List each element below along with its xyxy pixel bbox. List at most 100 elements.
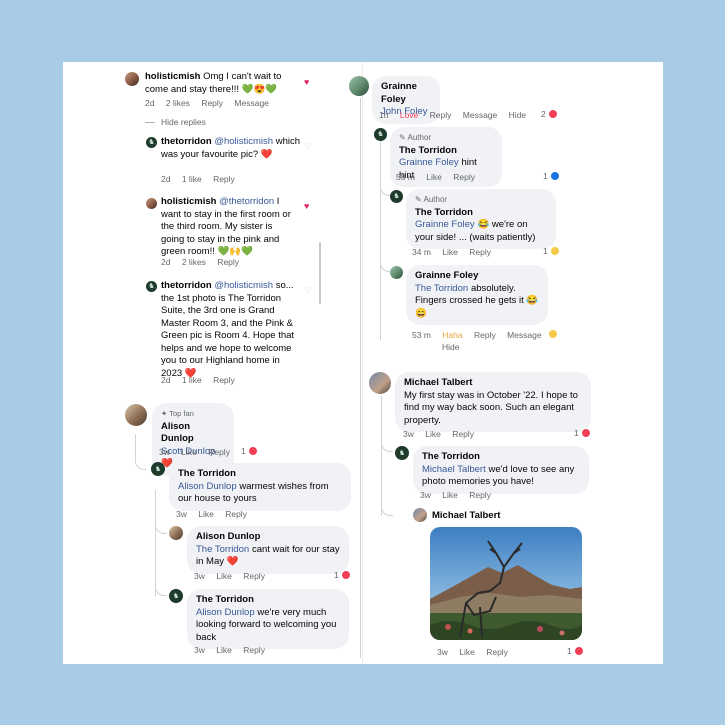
avatar[interactable] [125, 72, 139, 86]
avatar[interactable]: ♞ [395, 446, 409, 460]
comment-author[interactable]: Michael Talbert [404, 377, 582, 390]
comment-meta: 53 m Haha Reply Message [412, 330, 551, 340]
avatar[interactable]: ♞ [374, 128, 387, 141]
comment-author[interactable]: Grainne Foley [381, 81, 431, 106]
comment-username[interactable]: thetorridon [161, 136, 212, 147]
comment-username[interactable]: thetorridon [161, 280, 212, 291]
comment-author[interactable]: The Torridon [178, 468, 342, 481]
mention-link[interactable]: @holisticmish [214, 280, 273, 291]
like-button[interactable]: Like [216, 571, 232, 581]
reaction-count[interactable]: 1 [543, 246, 560, 256]
avatar[interactable]: ♞ [146, 281, 157, 292]
avatar[interactable]: ♞ [146, 137, 157, 148]
reply-button[interactable]: Reply [213, 375, 235, 385]
avatar[interactable] [349, 76, 369, 96]
message-button[interactable]: Message [234, 98, 269, 108]
reply-button[interactable]: Reply [243, 645, 265, 655]
comment-author[interactable]: The Torridon [415, 207, 547, 220]
comment-bubble: ✎ Author The Torridon Grainne Foley 😂 we… [406, 189, 556, 249]
reply-button[interactable]: Reply [208, 447, 230, 457]
comment-author[interactable]: Alison Dunlop [161, 421, 225, 446]
mention-link[interactable]: Grainne Foley [399, 157, 459, 168]
comment-author[interactable]: The Torridon [399, 145, 493, 158]
mention-link[interactable]: @thetorridon [219, 196, 274, 207]
like-button[interactable]: Like [425, 429, 441, 439]
like-button[interactable]: Like [216, 645, 232, 655]
reply-button[interactable]: Reply [201, 98, 223, 108]
heart-outline-icon[interactable]: ♡ [304, 286, 312, 295]
reply-button[interactable]: Reply [213, 174, 235, 184]
heart-icon[interactable]: ♥ [304, 202, 309, 211]
reply-button[interactable]: Reply [469, 490, 491, 500]
like-count[interactable]: 1 like [182, 375, 202, 385]
like-button[interactable]: Like [459, 647, 475, 657]
heart-icon[interactable]: ♥ [304, 78, 309, 87]
reply-button[interactable]: Reply [486, 647, 508, 657]
avatar[interactable]: ♞ [169, 589, 183, 603]
hide-button[interactable]: Hide [442, 342, 468, 352]
comment-author[interactable]: Alison Dunlop [196, 531, 340, 544]
reply-button[interactable]: Reply [217, 257, 239, 267]
hide-replies-link[interactable]: Hide replies [145, 117, 215, 127]
like-count[interactable]: 1 like [182, 174, 202, 184]
mention-link[interactable]: The Torridon [415, 283, 468, 294]
avatar[interactable] [369, 372, 391, 394]
comment-meta: 2d 2 likes Reply [161, 257, 248, 267]
attached-photo[interactable] [430, 527, 582, 640]
like-button[interactable]: Like [426, 172, 442, 182]
like-button[interactable]: Like [198, 509, 214, 519]
like-count[interactable]: 2 likes [182, 257, 206, 267]
avatar[interactable] [146, 198, 157, 209]
reaction-icons[interactable] [548, 329, 558, 339]
message-button[interactable]: Message [507, 330, 542, 340]
comment-author[interactable]: Grainne Foley [415, 270, 539, 283]
avatar[interactable] [390, 266, 403, 279]
mention-link[interactable]: The Torridon [196, 544, 249, 555]
reply-button[interactable]: Reply [225, 509, 247, 519]
avatar[interactable] [169, 526, 183, 540]
haha-button[interactable]: Haha [442, 330, 462, 340]
scrollbar[interactable] [319, 242, 321, 304]
like-button[interactable]: Like [442, 247, 458, 257]
comment-time: 3w [176, 509, 187, 519]
love-button[interactable]: Love [400, 110, 418, 120]
thread-line [155, 524, 167, 534]
hide-button[interactable]: Hide [509, 110, 526, 120]
reply-button[interactable]: Reply [469, 247, 491, 257]
reply-comment: thetorridon @holisticmish so... the 1st … [161, 280, 297, 380]
thread-line [381, 396, 382, 516]
avatar[interactable] [125, 404, 147, 426]
mention-link[interactable]: Alison Dunlop [196, 607, 255, 618]
avatar[interactable]: ♞ [390, 190, 403, 203]
comment-username[interactable]: holisticmish [161, 196, 216, 207]
comment-time: 3w [194, 571, 205, 581]
reply-button[interactable]: Reply [452, 429, 474, 439]
reaction-count[interactable]: 1 [241, 446, 258, 456]
comment-author[interactable]: Michael Talbert [432, 510, 500, 521]
message-button[interactable]: Message [463, 110, 498, 120]
like-button[interactable]: Like [181, 447, 197, 457]
reaction-count[interactable]: 1 [574, 428, 591, 438]
reaction-count[interactable]: 1 [543, 171, 560, 181]
mention-link[interactable]: Michael Talbert [422, 464, 486, 475]
heart-outline-icon[interactable]: ♡ [304, 142, 312, 151]
comment-time: 3w [194, 645, 205, 655]
mention-link[interactable]: Alison Dunlop [178, 481, 237, 492]
reaction-count[interactable]: 1 [334, 570, 351, 580]
avatar[interactable]: ♞ [151, 462, 165, 476]
logo-icon: ♞ [172, 591, 180, 600]
reply-button[interactable]: Reply [453, 172, 475, 182]
reply-button[interactable]: Reply [243, 571, 265, 581]
comment-username[interactable]: holisticmish [145, 71, 200, 82]
reply-button[interactable]: Reply [430, 110, 452, 120]
avatar[interactable] [413, 508, 427, 522]
mention-link[interactable]: Grainne Foley [415, 219, 475, 230]
reaction-count[interactable]: 1 [567, 646, 584, 656]
like-count[interactable]: 2 likes [166, 98, 190, 108]
reply-button[interactable]: Reply [474, 330, 496, 340]
comment-author[interactable]: The Torridon [422, 451, 580, 464]
comment-author[interactable]: The Torridon [196, 594, 340, 607]
like-button[interactable]: Like [442, 490, 458, 500]
reaction-count[interactable]: 2 [541, 109, 558, 119]
mention-link[interactable]: @holisticmish [214, 136, 273, 147]
